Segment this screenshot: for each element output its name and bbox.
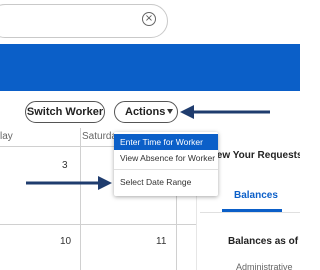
- actions-button[interactable]: Actions: [114, 101, 178, 123]
- switch-worker-label: Switch Worker: [26, 106, 104, 118]
- calendar-column-divider: [80, 128, 81, 270]
- balances-as-of-label: Balances as of: [228, 236, 299, 247]
- menu-item-select-date-range[interactable]: Select Date Range: [114, 174, 218, 190]
- panel-title: iew Your Requests a: [214, 150, 300, 161]
- menu-item-view-absence[interactable]: View Absence for Worker: [114, 150, 218, 166]
- header-band: [0, 44, 300, 91]
- calendar-date[interactable]: 10: [60, 236, 71, 247]
- annotation-arrow-icon: [180, 105, 270, 119]
- tab-divider: [200, 212, 300, 213]
- annotation-arrow-icon: [26, 176, 112, 190]
- day-header-friday: lay: [0, 131, 13, 142]
- switch-worker-button[interactable]: Switch Worker: [25, 101, 105, 123]
- tab-balances[interactable]: Balances: [234, 190, 278, 201]
- menu-divider: [114, 169, 218, 170]
- calendar-row-divider: [0, 224, 196, 225]
- balance-type-label: Administrative: [236, 262, 293, 270]
- menu-item-enter-time[interactable]: Enter Time for Worker: [114, 134, 218, 150]
- clear-search-icon[interactable]: ×: [142, 12, 156, 26]
- actions-label: Actions: [125, 106, 166, 118]
- calendar-date[interactable]: 3: [62, 160, 68, 171]
- calendar-date[interactable]: 11: [156, 236, 166, 247]
- caret-down-icon: [167, 109, 173, 114]
- time-tracking-page: × Switch Worker Actions lay Saturday 3 1…: [0, 0, 300, 270]
- actions-menu: Enter Time for Worker View Absence for W…: [114, 132, 218, 196]
